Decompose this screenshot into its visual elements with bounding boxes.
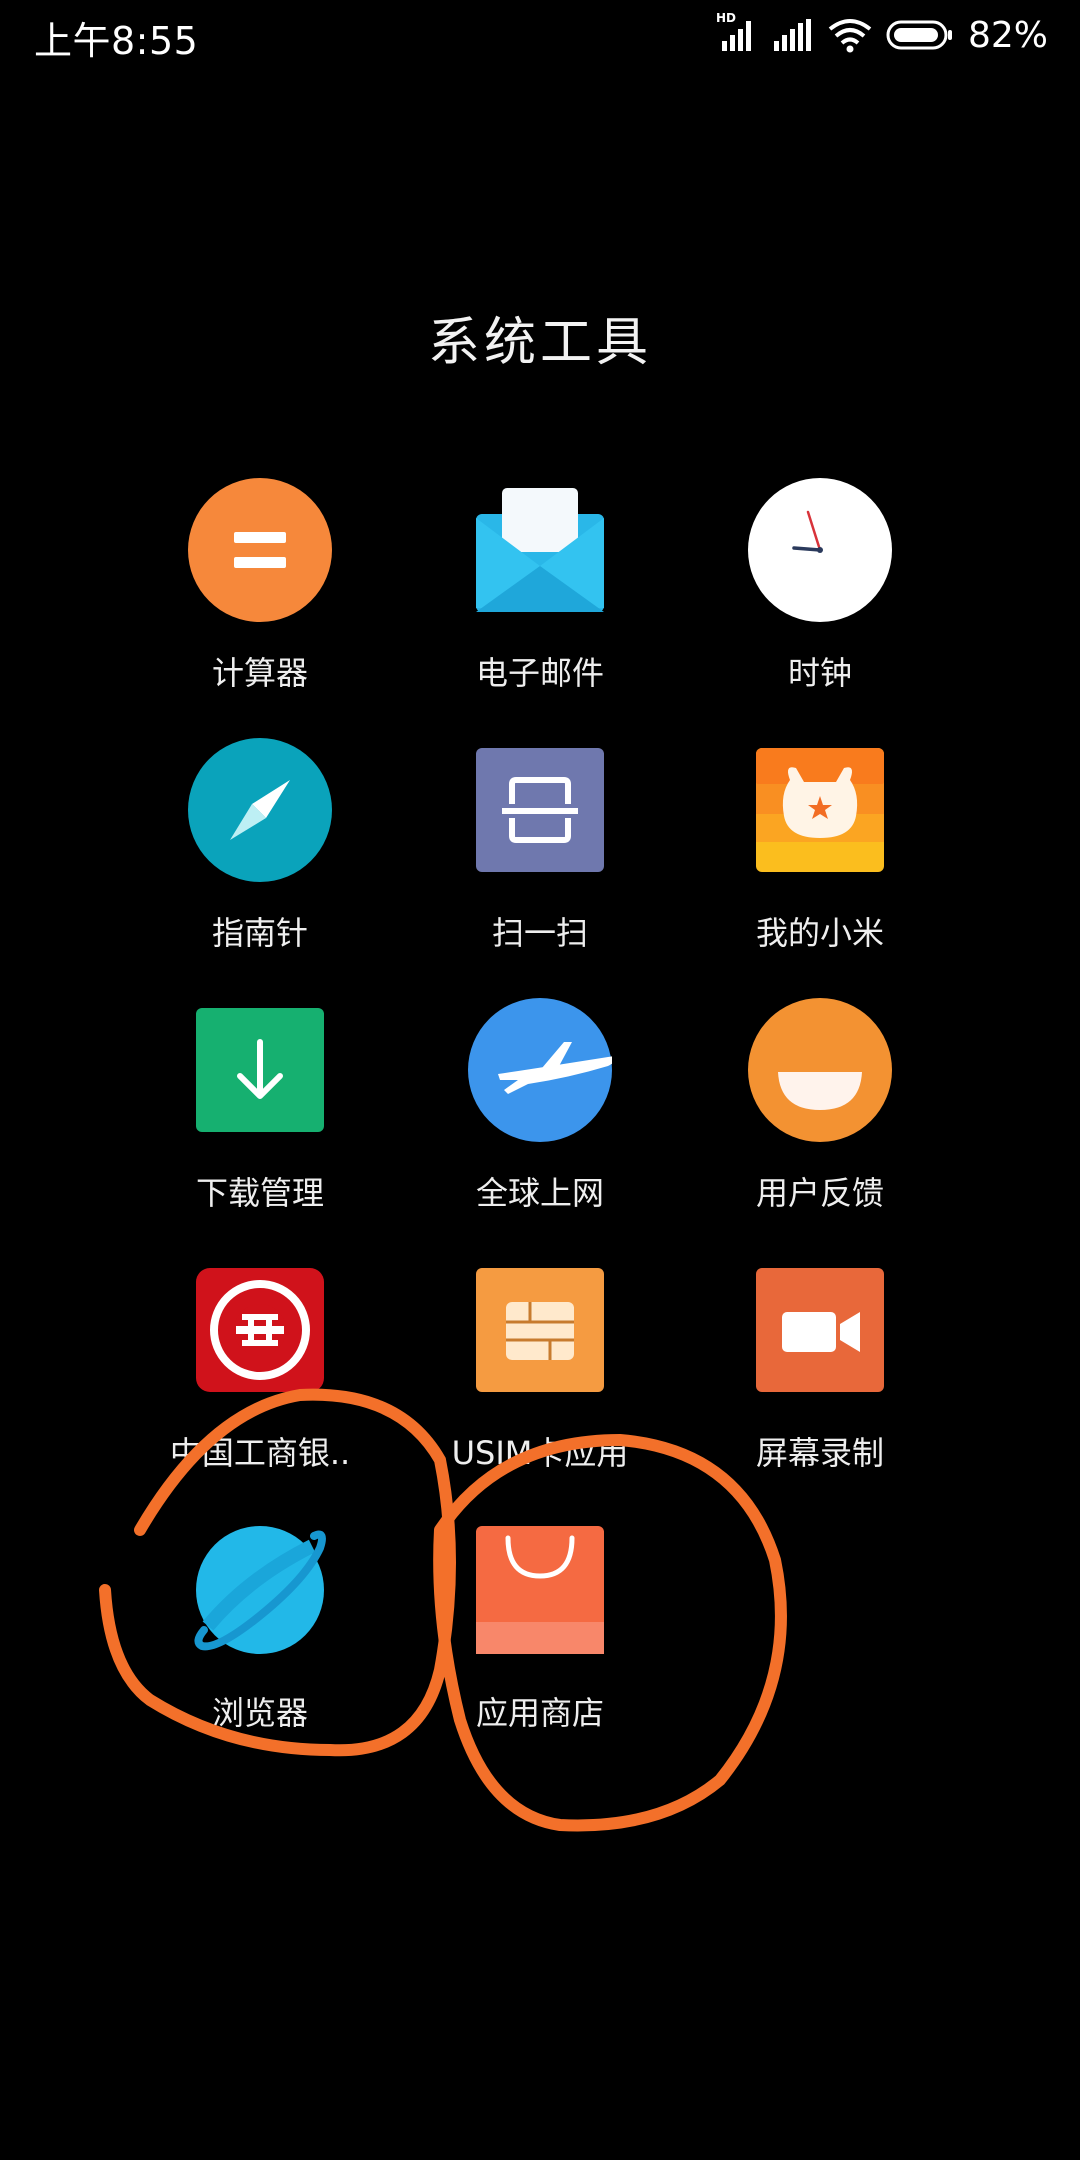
- app-email[interactable]: 电子邮件: [420, 478, 660, 708]
- app-screen-recorder[interactable]: 屏幕录制: [700, 1258, 940, 1488]
- app-label: 用户反馈: [755, 1174, 884, 1212]
- download-icon: [188, 998, 332, 1142]
- hd-signal-icon: HD: [716, 11, 758, 53]
- wifi-icon: [828, 17, 872, 53]
- smile-icon: [748, 998, 892, 1142]
- app-compass[interactable]: 指南针: [140, 738, 380, 968]
- status-icons: HD 82%: [716, 10, 1048, 60]
- app-label: 下载管理: [195, 1174, 324, 1212]
- folder-title: 系统工具: [427, 313, 652, 373]
- app-label: 屏幕录制: [755, 1434, 884, 1472]
- icbc-icon: [188, 1258, 332, 1402]
- app-label: 计算器: [211, 654, 308, 692]
- app-label: 指南针: [211, 914, 308, 952]
- signal-icon: [772, 17, 814, 53]
- app-calculator[interactable]: 计算器: [140, 478, 380, 708]
- calculator-icon: [188, 478, 332, 622]
- app-label: 中国工商银..: [169, 1434, 351, 1472]
- scan-icon: [468, 738, 612, 882]
- browser-planet-icon: [188, 1518, 332, 1662]
- app-icbc[interactable]: 中国工商银..: [140, 1258, 380, 1488]
- clock-icon: [748, 478, 892, 622]
- app-label: 全球上网: [475, 1174, 604, 1212]
- battery-icon: [886, 18, 954, 52]
- app-label: 电子邮件: [475, 654, 604, 692]
- mi-bunny-icon: [748, 738, 892, 882]
- email-icon: [468, 478, 612, 622]
- app-clock[interactable]: 时钟: [700, 478, 940, 708]
- app-label: 浏览器: [211, 1694, 308, 1732]
- app-user-feedback[interactable]: 用户反馈: [700, 998, 940, 1228]
- video-camera-icon: [748, 1258, 892, 1402]
- app-global-internet[interactable]: 全球上网: [420, 998, 660, 1228]
- app-label: 应用商店: [475, 1694, 604, 1732]
- app-app-store[interactable]: 应用商店: [420, 1518, 660, 1748]
- app-label: USIM卡应用: [451, 1434, 629, 1472]
- app-usim[interactable]: USIM卡应用: [420, 1258, 660, 1488]
- app-label: 扫一扫: [491, 914, 588, 952]
- app-scan[interactable]: 扫一扫: [420, 738, 660, 968]
- compass-icon: [188, 738, 332, 882]
- app-browser[interactable]: 浏览器: [140, 1518, 380, 1748]
- app-download-manager[interactable]: 下载管理: [140, 998, 380, 1228]
- sim-card-icon: [468, 1258, 612, 1402]
- status-bar: 上午8:55 HD 82%: [0, 0, 1080, 70]
- airplane-icon: [468, 998, 612, 1142]
- battery-percent: 82%: [967, 14, 1048, 56]
- shopping-bag-icon: [468, 1518, 612, 1662]
- hd-badge: HD: [715, 11, 736, 25]
- app-label: 我的小米: [755, 914, 884, 952]
- app-my-xiaomi[interactable]: 我的小米: [700, 738, 940, 968]
- status-time: 上午8:55: [34, 19, 199, 63]
- app-label: 时钟: [787, 654, 852, 692]
